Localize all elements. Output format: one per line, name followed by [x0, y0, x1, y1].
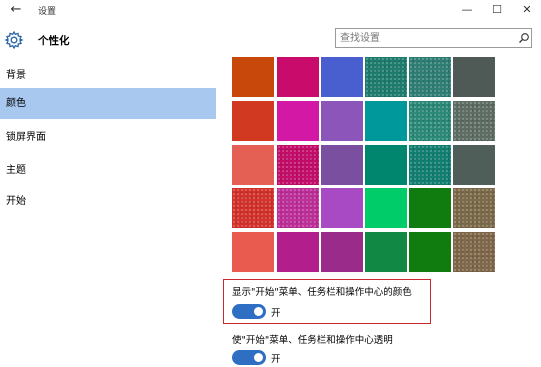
sidebar-item-themes[interactable]: 主题 [0, 155, 216, 186]
sidebar: 背景 颜色 锁屏界面 主题 开始 [0, 60, 216, 367]
color-swatch[interactable] [409, 101, 451, 141]
sidebar-item-lock-screen[interactable]: 锁屏界面 [0, 122, 216, 153]
show-color-state: 开 [271, 308, 281, 319]
color-swatch[interactable] [321, 145, 363, 185]
transparency-state: 开 [271, 354, 281, 365]
color-swatch[interactable] [409, 232, 451, 272]
color-swatch[interactable] [453, 232, 495, 272]
color-swatch[interactable] [232, 188, 274, 228]
color-swatch[interactable] [277, 188, 319, 228]
sidebar-item-background[interactable]: 背景 [0, 60, 216, 91]
color-swatch[interactable] [365, 57, 407, 97]
color-swatch[interactable] [409, 57, 451, 97]
color-swatch[interactable] [409, 188, 451, 228]
transparency-label: 使"开始"菜单、任务栏和操作中心透明 [232, 335, 393, 346]
search-box[interactable] [335, 28, 532, 48]
sidebar-item-start[interactable]: 开始 [0, 186, 216, 217]
color-swatch[interactable] [409, 145, 451, 185]
search-icon[interactable] [518, 32, 530, 44]
color-swatch[interactable] [277, 101, 319, 141]
gear-icon [4, 30, 24, 50]
page-title: 个性化 [38, 35, 70, 47]
color-swatch[interactable] [321, 232, 363, 272]
color-swatch[interactable] [365, 232, 407, 272]
color-swatch[interactable] [453, 101, 495, 141]
color-swatch[interactable] [453, 145, 495, 185]
show-color-label: 显示"开始"菜单、任务栏和操作中心的颜色 [232, 287, 412, 298]
toggle-knob [254, 353, 263, 362]
maximize-button[interactable]: ☐ [481, 1, 513, 19]
toggle-knob [254, 307, 263, 316]
sidebar-item-colors[interactable]: 颜色 [0, 88, 216, 119]
color-swatch[interactable] [277, 57, 319, 97]
window-title: 设置 [38, 7, 57, 17]
back-arrow-icon[interactable]: ← [8, 2, 24, 18]
color-swatch[interactable] [453, 57, 495, 97]
transparency-toggle[interactable] [232, 350, 266, 365]
color-swatch[interactable] [321, 188, 363, 228]
color-swatch[interactable] [365, 145, 407, 185]
search-input[interactable] [340, 30, 510, 46]
color-swatch[interactable] [277, 145, 319, 185]
minimize-button[interactable]: — [451, 1, 483, 19]
color-swatch[interactable] [365, 188, 407, 228]
color-swatch[interactable] [365, 101, 407, 141]
color-swatch[interactable] [232, 57, 274, 97]
color-swatch[interactable] [453, 188, 495, 228]
close-button[interactable]: ✕ [511, 1, 541, 19]
title-bar: ← 设置 — ☐ ✕ [0, 0, 541, 22]
color-swatch[interactable] [277, 232, 319, 272]
color-swatch[interactable] [232, 232, 274, 272]
color-swatch[interactable] [321, 57, 363, 97]
color-swatch[interactable] [321, 101, 363, 141]
color-swatch[interactable] [232, 145, 274, 185]
show-color-toggle[interactable] [232, 304, 266, 319]
color-swatch[interactable] [232, 101, 274, 141]
